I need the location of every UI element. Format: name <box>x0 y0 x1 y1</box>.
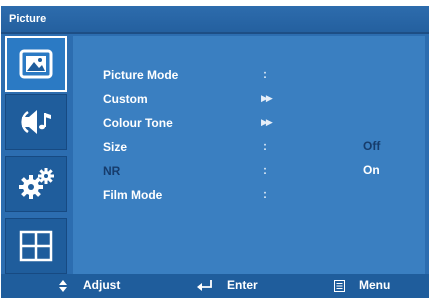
menu-icon <box>334 280 345 292</box>
title-bar: Picture <box>1 6 429 34</box>
menu-item-colour-tone[interactable]: Colour Tone ▶▶ <box>73 110 425 134</box>
menu-item-picture-mode[interactable]: Picture Mode : <box>73 62 425 86</box>
enter-hint: Enter <box>227 278 258 292</box>
menu-item-value: On <box>363 163 380 177</box>
menu-item-value: Off <box>363 139 381 153</box>
adjust-hint: Adjust <box>83 278 121 292</box>
tab-setup[interactable] <box>5 156 67 212</box>
menu-item-separator: : <box>263 163 267 177</box>
menu-item-label: Colour Tone <box>103 116 173 130</box>
menu-item-separator: : <box>263 139 267 153</box>
sidebar <box>5 36 71 274</box>
submenu-arrow-icon: ▶▶ <box>261 117 273 127</box>
window-title: Picture <box>9 13 47 25</box>
picture-icon <box>19 49 53 79</box>
menu-item-size[interactable]: Size : Off <box>73 134 425 158</box>
menu-item-film-mode[interactable]: Film Mode : <box>73 182 425 206</box>
menu-item-label: Film Mode <box>103 188 163 202</box>
menu-item-label: Custom <box>103 92 148 106</box>
tab-sound[interactable] <box>5 94 67 150</box>
tab-picture[interactable] <box>5 36 67 92</box>
menu-item-separator: : <box>263 187 267 201</box>
grid-icon <box>19 230 53 262</box>
menu-item-label: Picture Mode <box>103 68 179 82</box>
menu-panel: Picture Mode : Custom ▶▶ Colour Tone ▶▶ … <box>73 36 425 274</box>
enter-icon <box>197 280 212 291</box>
up-down-arrow-icon <box>59 280 67 292</box>
sound-icon <box>21 110 51 134</box>
submenu-arrow-icon: ▶▶ <box>261 93 273 103</box>
menu-item-label: NR <box>103 164 121 178</box>
menu-hint: Menu <box>359 278 391 292</box>
menu-item-label: Size <box>103 140 128 154</box>
gears-icon <box>19 168 54 199</box>
menu-item-separator: : <box>263 67 267 81</box>
tab-layout[interactable] <box>5 218 67 274</box>
menu-item-custom[interactable]: Custom ▶▶ <box>73 86 425 110</box>
footer-bar: Adjust Enter Menu <box>1 274 429 298</box>
menu-item-nr[interactable]: NR : On <box>73 158 425 182</box>
osd-window: Picture Picture Mode: Custom ▶▶ Colour … <box>1 6 429 298</box>
